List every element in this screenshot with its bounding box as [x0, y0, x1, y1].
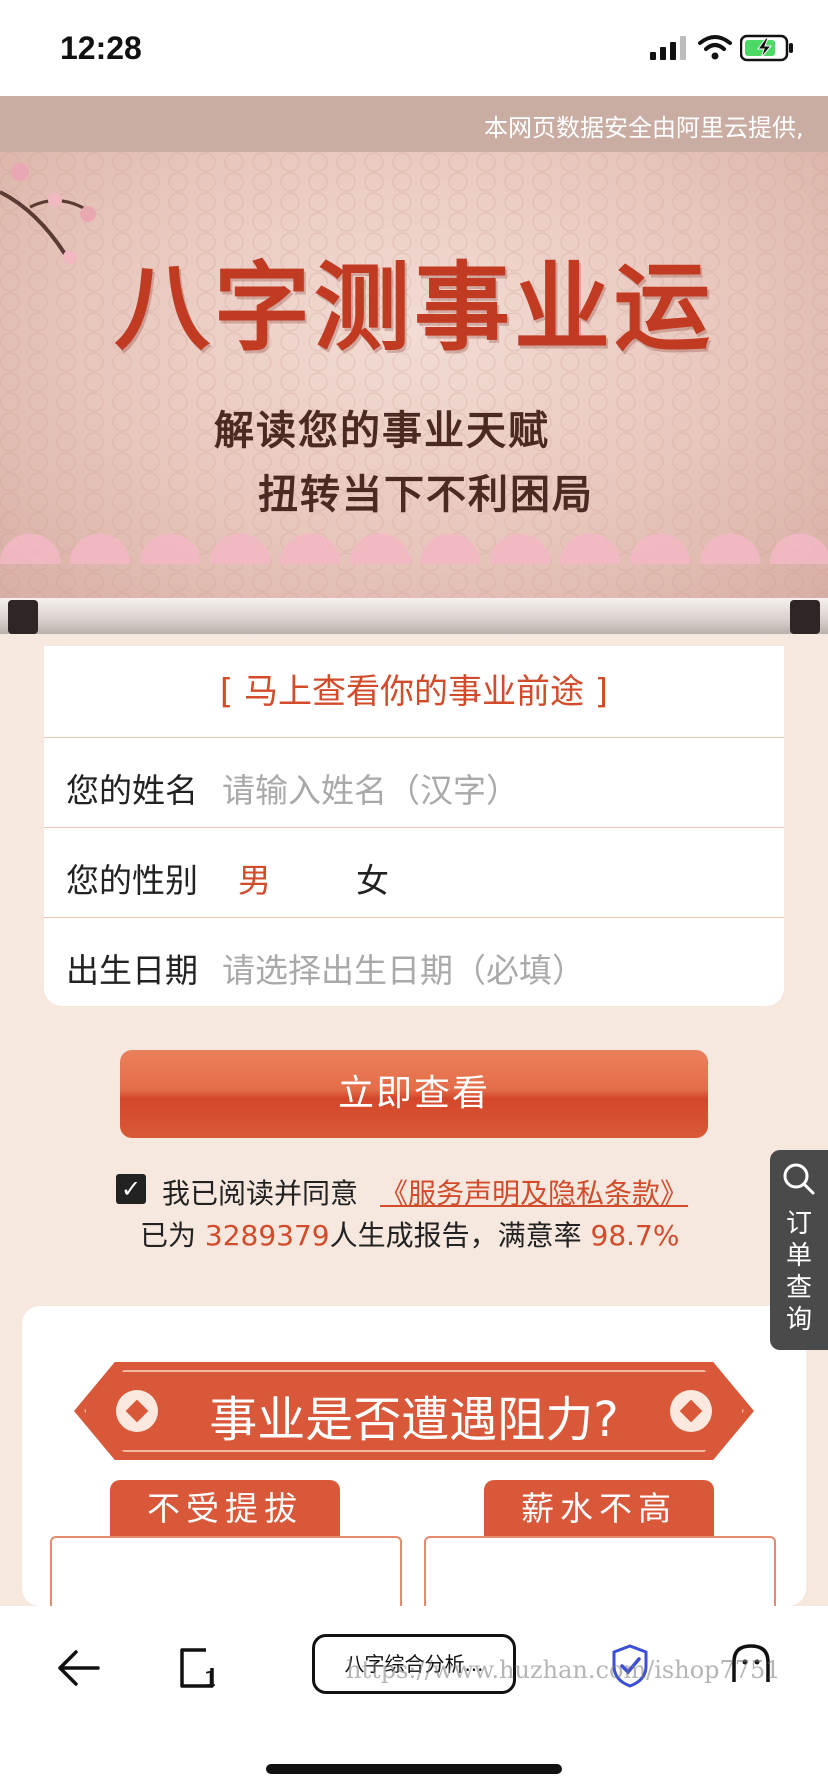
- notice-text: 本网页数据安全由阿里云提供,: [484, 114, 804, 142]
- report-count: 3289379: [204, 1219, 330, 1252]
- gender-label: 您的性别: [66, 861, 198, 900]
- banner-subtitle-1: 解读您的事业天赋: [214, 408, 550, 454]
- browser-toolbar: 1 八字综合分析... https://www.huzhan.com/ishop…: [0, 1606, 828, 1792]
- privacy-terms-link[interactable]: 《服务声明及隐私条款》: [380, 1172, 688, 1212]
- hero-banner: 八字测事业运 解读您的事业天赋 扭转当下不利困局: [0, 152, 828, 604]
- svg-text:1: 1: [204, 1667, 217, 1690]
- gender-row: 您的性别 男 女: [44, 828, 784, 918]
- scroll-knob-right: [790, 600, 820, 634]
- back-arrow-icon[interactable]: [56, 1650, 100, 1690]
- birthdate-row[interactable]: 出生日期 请选择出生日期（必填）: [44, 918, 784, 1008]
- wifi-icon: [698, 34, 732, 64]
- banner-title: 八字测事业运: [114, 251, 714, 364]
- battery-charging-icon: [739, 34, 796, 66]
- home-indicator[interactable]: [266, 1764, 562, 1774]
- cellular-signal-icon: [650, 36, 690, 64]
- name-label: 您的姓名: [66, 771, 198, 810]
- card-no-promotion: [50, 1536, 402, 1606]
- search-icon: [782, 1162, 816, 1200]
- status-time: 12:28: [60, 30, 142, 66]
- order-query-tab[interactable]: 订单查询: [770, 1150, 828, 1350]
- tag-no-promotion: 不受提拔: [110, 1480, 340, 1538]
- satisfaction-rate: 98.7%: [590, 1219, 680, 1252]
- status-bar: 12:28: [0, 0, 828, 96]
- form-headline: [ 马上查看你的事业前途 ]: [44, 646, 784, 738]
- agreement-text: 我已阅读并同意: [162, 1177, 359, 1210]
- order-query-label: 订单查询: [786, 1209, 813, 1335]
- info-form-card: [ 马上查看你的事业前途 ] 您的姓名 请输入姓名（汉字） 您的性别 男 女 出…: [44, 646, 784, 1006]
- name-row[interactable]: 您的姓名 请输入姓名（汉字）: [44, 738, 784, 828]
- stats-middle: 人生成报告，满意率: [329, 1219, 591, 1252]
- security-notice-marquee: 本网页数据安全由阿里云提供,: [0, 96, 828, 152]
- birthdate-picker[interactable]: 请选择出生日期（必填）: [222, 944, 585, 992]
- watermark-text: https://www.huzhan.com/ishop7751: [346, 1656, 781, 1684]
- birthdate-label: 出生日期: [66, 951, 198, 990]
- tabs-icon[interactable]: 1: [176, 1646, 220, 1694]
- agreement-checkbox[interactable]: ✓: [116, 1174, 146, 1204]
- section-ribbon: 事业是否遭遇阻力?: [74, 1362, 754, 1460]
- scroll-rod-decoration: [0, 598, 828, 634]
- cloud-decoration: [0, 504, 828, 564]
- gender-option-male[interactable]: 男: [238, 854, 271, 902]
- card-low-salary: [424, 1536, 776, 1606]
- tag-low-salary: 薪水不高: [484, 1480, 714, 1538]
- section-title: 事业是否遭遇阻力?: [209, 1392, 619, 1448]
- gender-option-female[interactable]: 女: [356, 854, 389, 902]
- stats-prefix: 已为: [140, 1219, 205, 1252]
- scroll-knob-left: [8, 600, 38, 634]
- report-stats: 已为 3289379人生成报告，满意率 98.7%: [140, 1214, 679, 1254]
- view-now-button[interactable]: 立即查看: [120, 1050, 708, 1138]
- name-input[interactable]: 请输入姓名（汉字）: [222, 764, 519, 812]
